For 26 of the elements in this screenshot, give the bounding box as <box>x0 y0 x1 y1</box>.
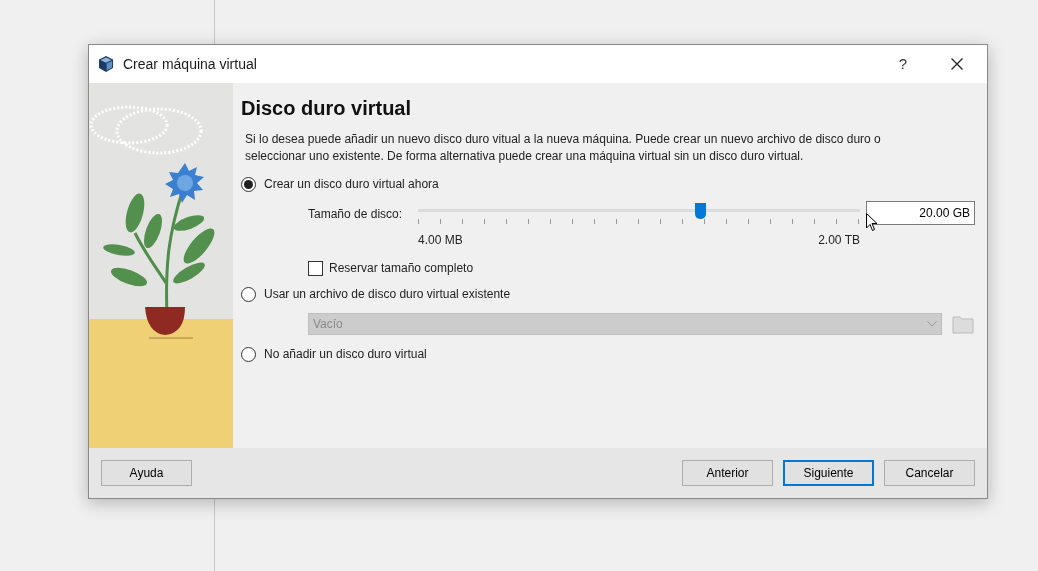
radio-button[interactable] <box>241 176 256 192</box>
nav-button[interactable]: Cancelar <box>884 460 975 486</box>
page-heading: Disco duro virtual <box>241 96 413 121</box>
cursor-icon <box>866 213 878 232</box>
nav-button[interactable]: Anterior <box>682 460 773 486</box>
cube-icon <box>97 55 115 73</box>
radio-button[interactable] <box>241 286 256 302</box>
min-size-label: 4.00 MB <box>418 232 463 249</box>
window-title: Crear máquina virtual <box>123 54 257 74</box>
description-text: Si lo desea puede añadir un nuevo disco duro vitual a la nueva máquina. Puede crear un nuevo archivo de disco duro o seleccionar uno existente. De forma alternativa puede crear una máquina virtual sin un disco duro virtual. <box>245 131 882 165</box>
help-button[interactable]: Ayuda <box>101 460 192 486</box>
option-label[interactable]: Crear un disco duro virtual ahora <box>264 175 439 193</box>
radio-button[interactable] <box>241 346 256 362</box>
slider-thumb[interactable] <box>695 203 706 219</box>
checkbox[interactable] <box>308 260 323 276</box>
close-icon[interactable] <box>951 58 963 70</box>
checkbox-label[interactable]: Reservar tamaño completo <box>329 259 474 277</box>
slider-label: Tamaño de disco: <box>308 206 404 223</box>
size-slider[interactable] <box>418 201 860 225</box>
max-size-label: 2.00 TB <box>818 232 860 249</box>
chevron-down-icon <box>927 321 937 327</box>
nav-button[interactable]: Siguiente <box>783 460 874 486</box>
option-label[interactable]: Usar un archivo de disco duro virtual existente <box>264 285 511 303</box>
option-label[interactable]: No añadir un disco duro virtual <box>264 345 427 363</box>
help-button[interactable]: ? <box>891 52 915 76</box>
size-field[interactable]: 20.00 GB <box>866 201 975 225</box>
